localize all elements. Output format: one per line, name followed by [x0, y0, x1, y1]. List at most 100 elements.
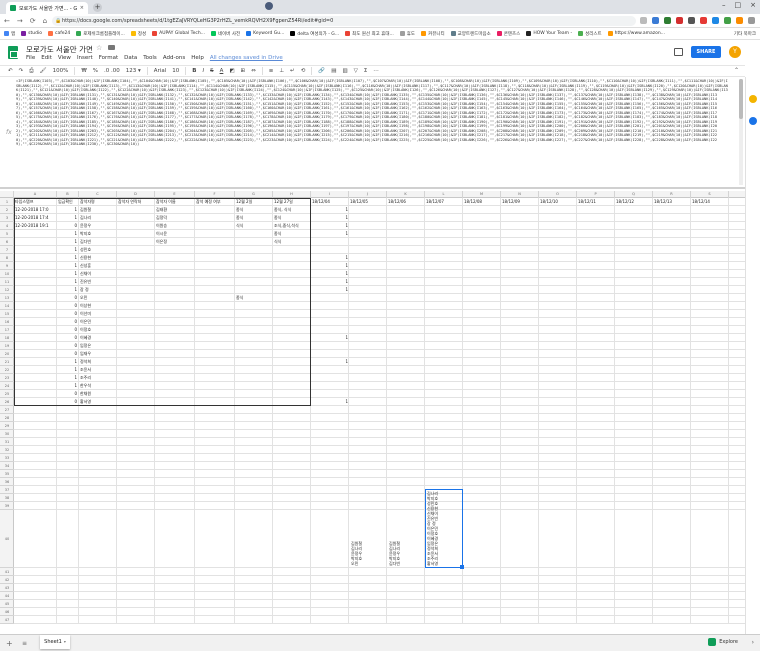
cell[interactable]: [311, 616, 349, 624]
cell[interactable]: [349, 414, 387, 422]
bookmark-item[interactable]: 커뮤니티: [421, 31, 445, 37]
cell[interactable]: [79, 616, 117, 624]
cell[interactable]: [653, 462, 691, 470]
cell[interactable]: [539, 302, 577, 310]
cell[interactable]: [14, 584, 57, 592]
decimal-buttons[interactable]: .0 .00: [104, 68, 120, 74]
cell[interactable]: [615, 398, 653, 406]
cell[interactable]: [117, 462, 155, 470]
cell[interactable]: [653, 422, 691, 430]
cell[interactable]: [195, 454, 235, 462]
cell[interactable]: [235, 286, 273, 294]
cell[interactable]: [425, 374, 463, 382]
cell[interactable]: [729, 246, 745, 254]
cell[interactable]: [463, 494, 501, 502]
cell[interactable]: [691, 286, 729, 294]
cell[interactable]: [729, 222, 745, 230]
cell[interactable]: [501, 350, 539, 358]
cell[interactable]: [501, 310, 539, 318]
row-header[interactable]: 28: [0, 414, 14, 422]
cell[interactable]: [539, 278, 577, 286]
cell[interactable]: [387, 438, 425, 446]
cell[interactable]: [653, 326, 691, 334]
cell[interactable]: [501, 398, 539, 406]
cell[interactable]: [311, 478, 349, 486]
cell[interactable]: [539, 318, 577, 326]
cell[interactable]: [501, 422, 539, 430]
cell[interactable]: [155, 254, 195, 262]
minimize-button[interactable]: –: [722, 1, 726, 9]
chrome-menu-icon[interactable]: [748, 17, 755, 24]
cell[interactable]: 조식,중식,석식: [273, 222, 311, 230]
cell[interactable]: [539, 294, 577, 302]
cell[interactable]: [691, 502, 729, 510]
cell[interactable]: [463, 446, 501, 454]
cell[interactable]: [501, 270, 539, 278]
row-header[interactable]: 37: [0, 486, 14, 494]
cell[interactable]: [195, 390, 235, 398]
cell[interactable]: [311, 238, 349, 246]
cell[interactable]: [155, 270, 195, 278]
cell[interactable]: [501, 486, 539, 494]
cell[interactable]: [577, 608, 615, 616]
cell[interactable]: [273, 616, 311, 624]
cell[interactable]: [195, 438, 235, 446]
cell[interactable]: [349, 576, 387, 584]
cell[interactable]: [691, 478, 729, 486]
cell[interactable]: [501, 294, 539, 302]
cell[interactable]: [539, 334, 577, 342]
cell[interactable]: [653, 254, 691, 262]
cell[interactable]: [117, 438, 155, 446]
cell[interactable]: [425, 286, 463, 294]
row-header[interactable]: 15: [0, 310, 14, 318]
cell[interactable]: [615, 406, 653, 414]
cell[interactable]: [57, 438, 79, 446]
cell[interactable]: [577, 230, 615, 238]
cell[interactable]: [615, 584, 653, 592]
cell[interactable]: [425, 334, 463, 342]
cell[interactable]: [311, 502, 349, 510]
cell[interactable]: [195, 350, 235, 358]
cell[interactable]: [195, 222, 235, 230]
cell[interactable]: [14, 608, 57, 616]
cell[interactable]: [577, 238, 615, 246]
cell[interactable]: [387, 422, 425, 430]
cell[interactable]: [691, 446, 729, 454]
cell[interactable]: [463, 438, 501, 446]
cell[interactable]: [425, 342, 463, 350]
cell[interactable]: [729, 584, 745, 592]
cell[interactable]: [235, 342, 273, 350]
cell[interactable]: [117, 358, 155, 366]
cell[interactable]: [311, 246, 349, 254]
cell[interactable]: [387, 254, 425, 262]
cell[interactable]: [155, 446, 195, 454]
cell[interactable]: [349, 254, 387, 262]
cell[interactable]: [273, 246, 311, 254]
cell[interactable]: [539, 486, 577, 494]
cell[interactable]: [691, 238, 729, 246]
cell[interactable]: [273, 342, 311, 350]
menu-edit[interactable]: Edit: [41, 55, 52, 61]
row-header[interactable]: 5: [0, 230, 14, 238]
cell[interactable]: [387, 342, 425, 350]
cell[interactable]: [235, 382, 273, 390]
cell[interactable]: [57, 576, 79, 584]
cell[interactable]: [14, 470, 57, 478]
menu-help[interactable]: Help: [191, 55, 204, 61]
document-title[interactable]: 모로가도 서울만 가면: [26, 44, 93, 55]
cell[interactable]: [691, 584, 729, 592]
cell[interactable]: [79, 502, 117, 510]
cell[interactable]: [117, 222, 155, 230]
row-header[interactable]: 47: [0, 616, 14, 624]
column-header[interactable]: A: [14, 191, 57, 198]
cell[interactable]: 성민호: [79, 246, 117, 254]
cell[interactable]: [691, 406, 729, 414]
cell[interactable]: [501, 470, 539, 478]
cell[interactable]: [14, 366, 57, 374]
cell[interactable]: [155, 470, 195, 478]
cell[interactable]: [79, 446, 117, 454]
cell[interactable]: [14, 406, 57, 414]
cell[interactable]: [349, 568, 387, 576]
cell[interactable]: 18/12/12: [615, 198, 653, 206]
cell[interactable]: 김태환: [155, 206, 195, 214]
